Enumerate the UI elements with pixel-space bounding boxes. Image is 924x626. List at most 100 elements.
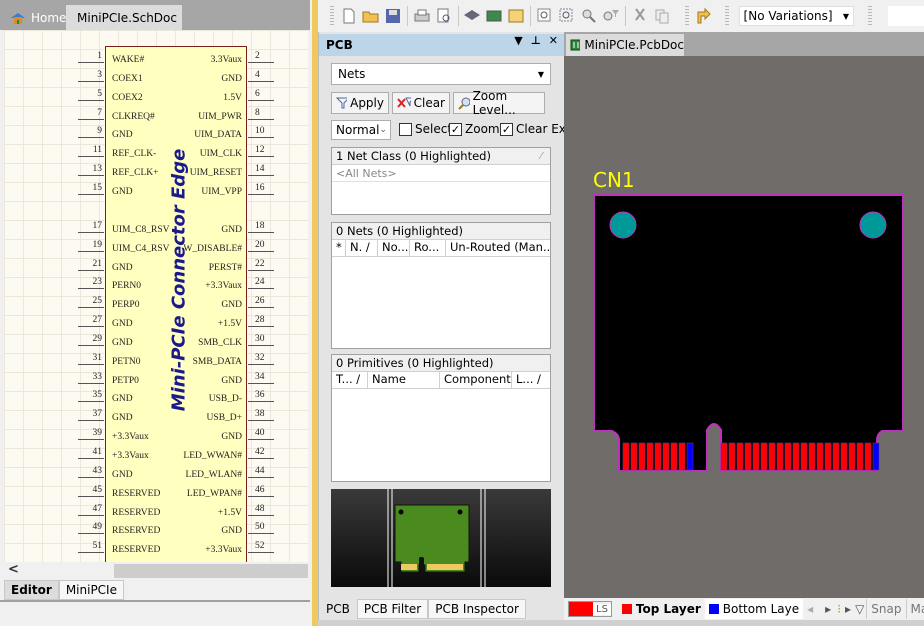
top-pad[interactable]: [720, 442, 728, 471]
column-header[interactable]: Un-Routed (Man...: [446, 240, 550, 256]
top-pad[interactable]: [670, 442, 678, 471]
board-icon[interactable]: [484, 5, 504, 27]
checkbox-box[interactable]: [399, 122, 412, 136]
column-header[interactable]: Ro...: [410, 240, 446, 256]
schematic-hscrollbar[interactable]: <: [4, 562, 308, 580]
scroll-thumb[interactable]: [114, 564, 308, 578]
column-header[interactable]: No...: [378, 240, 410, 256]
top-pad[interactable]: [824, 442, 832, 471]
schematic-pin[interactable]: 52 +3.3Vaux: [4, 541, 308, 560]
top-pad[interactable]: [808, 442, 816, 471]
column-header[interactable]: T... /: [332, 372, 368, 388]
new-icon[interactable]: [339, 5, 359, 27]
tab-minipcie[interactable]: MiniPCIe: [58, 580, 124, 600]
top-pad[interactable]: [752, 442, 760, 471]
column-header[interactable]: Name: [368, 372, 440, 388]
top-pad[interactable]: [654, 442, 662, 471]
schematic-pin[interactable]: 34 GND: [4, 372, 308, 391]
layer-settings-icon[interactable]: ⁝: [837, 602, 841, 616]
tab-pcb-filter[interactable]: PCB Filter: [356, 599, 429, 619]
copy-icon[interactable]: [652, 5, 672, 27]
column-header[interactable]: Component: [440, 372, 512, 388]
schematic-pin[interactable]: 12 UIM_CLK: [4, 145, 308, 164]
top-pad[interactable]: [622, 442, 630, 471]
top-pad[interactable]: [678, 442, 686, 471]
zoom-selected-icon[interactable]: [579, 5, 599, 27]
top-pad[interactable]: [816, 442, 824, 471]
schematic-pin[interactable]: 46 LED_WPAN#: [4, 485, 308, 504]
schematic-pin[interactable]: 24 +3.3Vaux: [4, 277, 308, 296]
toolbar-grip[interactable]: [685, 6, 689, 26]
checkbox-box[interactable]: ✓: [500, 122, 513, 136]
top-pad[interactable]: [630, 442, 638, 471]
schematic-pin[interactable]: 50 GND: [4, 522, 308, 541]
board-outline[interactable]: [593, 194, 904, 472]
toolbar-grip[interactable]: [724, 6, 729, 26]
sort-icon[interactable]: ⁄: [540, 151, 542, 162]
zoom-checkbox[interactable]: ✓ Zoom: [449, 122, 500, 136]
zoom-area-icon[interactable]: [557, 5, 577, 27]
schematic-pin[interactable]: 42 LED_WWAN#: [4, 447, 308, 466]
schematic-pin[interactable]: 32 SMB_DATA: [4, 353, 308, 372]
schematic-pin[interactable]: 18 GND: [4, 221, 308, 240]
zoom-filtered-icon[interactable]: [601, 5, 621, 27]
scroll-left-icon[interactable]: ◂: [807, 602, 813, 616]
top-pad[interactable]: [638, 442, 646, 471]
tab-home[interactable]: Home: [4, 5, 72, 30]
toolbar-grip[interactable]: [330, 6, 334, 26]
column-header[interactable]: N. /: [346, 240, 378, 256]
top-pad[interactable]: [646, 442, 654, 471]
top-pad[interactable]: [856, 442, 864, 471]
scroll-left-icon[interactable]: <: [8, 562, 19, 577]
checkbox-box[interactable]: ✓: [449, 122, 462, 136]
top-pad[interactable]: [864, 442, 872, 471]
top-pad[interactable]: [840, 442, 848, 471]
apply-button[interactable]: Apply: [331, 92, 389, 114]
object-type-dropdown[interactable]: Nets ▼: [331, 63, 551, 85]
pin-icon[interactable]: ⊥: [531, 34, 541, 47]
clear-button[interactable]: Clear: [392, 92, 450, 114]
list-item[interactable]: <All Nets>: [332, 165, 550, 182]
tab-pcb-inspector[interactable]: PCB Inspector: [428, 599, 526, 619]
schematic-pin[interactable]: 22 PERST#: [4, 259, 308, 278]
snap-button[interactable]: Snap: [866, 599, 905, 619]
schematic-pin[interactable]: 10 UIM_DATA: [4, 126, 308, 145]
zoom-level-button[interactable]: Zoom Level...: [453, 89, 545, 117]
column-header[interactable]: *: [332, 240, 346, 256]
column-header[interactable]: L... /: [512, 372, 550, 388]
schematic-pin[interactable]: 38 USB_D+: [4, 409, 308, 428]
top-pad[interactable]: [728, 442, 736, 471]
pcb-canvas[interactable]: CN1: [564, 56, 924, 610]
print-icon[interactable]: [412, 5, 432, 27]
variations-dropdown[interactable]: [No Variations] ▼: [738, 6, 854, 26]
top-pad[interactable]: [800, 442, 808, 471]
top-pad[interactable]: [848, 442, 856, 471]
top-pad[interactable]: [662, 442, 670, 471]
mask-level-button[interactable]: Mask Le: [905, 599, 924, 619]
top-pad[interactable]: [776, 442, 784, 471]
layer-tab-bottom[interactable]: Bottom Laye: [704, 599, 804, 619]
schematic-pin[interactable]: 44 LED_WLAN#: [4, 466, 308, 485]
mounting-hole[interactable]: [609, 211, 637, 239]
cut-icon[interactable]: [630, 5, 650, 27]
schematic-pin[interactable]: 36 USB_D-: [4, 390, 308, 409]
zoom-fit-icon[interactable]: [535, 5, 555, 27]
layer-set-button[interactable]: LS: [568, 601, 612, 617]
tab-pcbdoc[interactable]: MiniPCIe.PcbDoc: [566, 34, 684, 56]
print-preview-icon[interactable]: [434, 5, 454, 27]
schematic-pin[interactable]: 28 +1.5V: [4, 315, 308, 334]
schematic-pin[interactable]: 4 GND: [4, 70, 308, 89]
tab-editor[interactable]: Editor: [4, 580, 59, 600]
3d-layers-icon[interactable]: [462, 5, 482, 27]
highlight-mode-dropdown[interactable]: Normal ⌄: [331, 120, 391, 140]
close-icon[interactable]: ✕: [549, 34, 558, 47]
save-icon[interactable]: [383, 5, 403, 27]
schematic-pin[interactable]: 20 W_DISABLE#: [4, 240, 308, 259]
toolbar-input[interactable]: [887, 6, 924, 26]
bottom-pad[interactable]: [686, 442, 694, 471]
schematic-pin[interactable]: 14 UIM_RESET: [4, 164, 308, 183]
panel-menu-icon[interactable]: ▼: [514, 34, 522, 47]
mounting-hole[interactable]: [859, 211, 887, 239]
top-pad[interactable]: [760, 442, 768, 471]
board-mini-view[interactable]: [331, 489, 551, 587]
